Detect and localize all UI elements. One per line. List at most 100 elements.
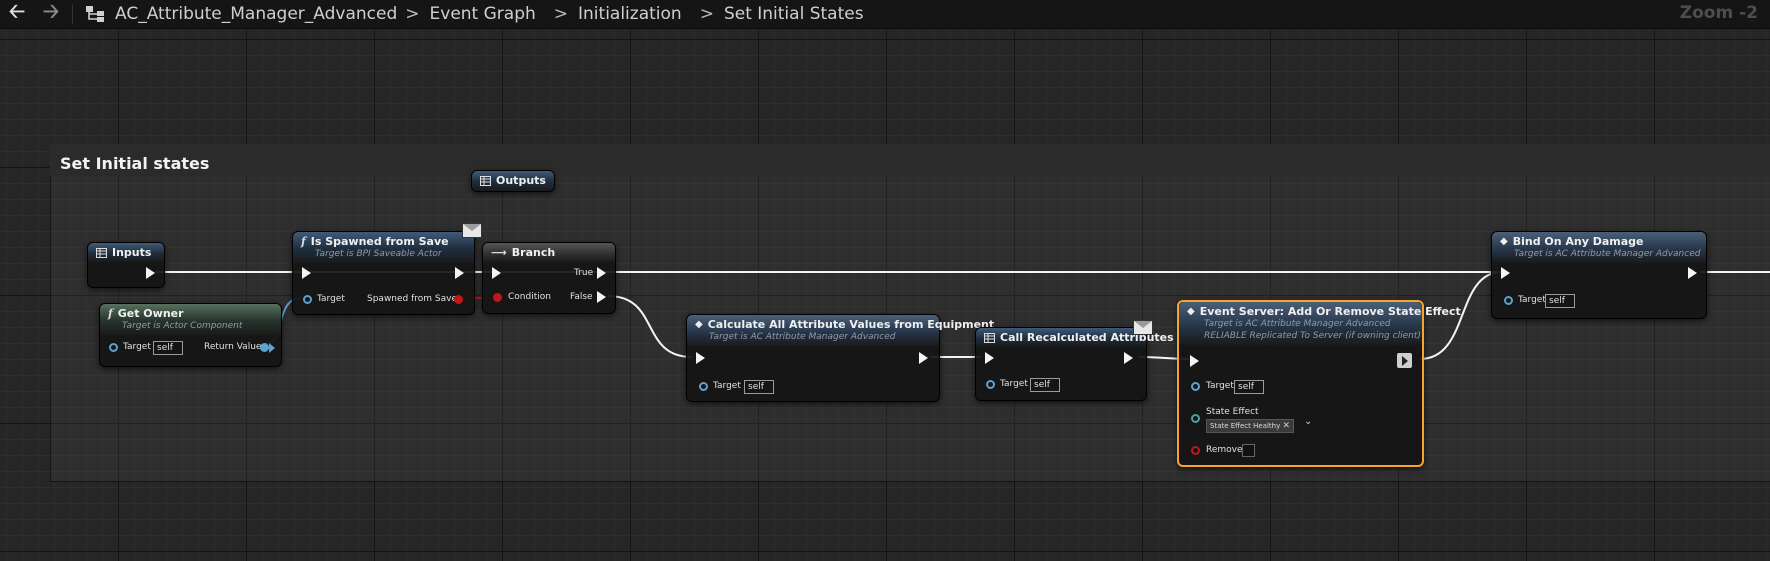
state-effect-value: State Effect Healthy — [1210, 422, 1281, 430]
node-header: Call Recalculated Attributes — [976, 328, 1174, 347]
exec-out-pin[interactable] — [1688, 267, 1697, 279]
node-header: ◆ Bind On Any Damage Target is AC Attribu… — [1492, 232, 1706, 263]
node-title: Outputs — [496, 174, 546, 187]
pin-label: False — [570, 292, 593, 302]
node-subtitle: Target is AC Attribute Manager Advanced — [1514, 249, 1701, 259]
node-subtitle: Target is BPI Saveable Actor — [315, 249, 442, 259]
pin-label: Target — [317, 294, 345, 304]
target-pin[interactable] — [109, 343, 118, 352]
table-icon — [96, 247, 107, 258]
node-header: f Get Owner Target is Actor Component — [100, 304, 281, 335]
node-branch[interactable]: ⟶ Branch True Condition False — [482, 242, 616, 314]
message-envelope-icon — [1133, 320, 1153, 335]
breadcrumb-initialization[interactable]: Initialization — [578, 4, 682, 24]
target-self-field[interactable]: self — [1234, 380, 1264, 394]
breadcrumb-separator-icon: > — [553, 4, 569, 24]
forward-button[interactable]: 🡢 — [34, 0, 68, 28]
node-header: ◆ Event Server: Add Or Remove State Effec… — [1179, 302, 1461, 345]
false-exec-pin[interactable] — [597, 291, 606, 303]
breadcrumb-blueprint[interactable]: AC_Attribute_Manager_Advanced — [115, 4, 397, 24]
node-event-server-add-remove-state-effect[interactable]: ◆ Event Server: Add Or Remove State Effec… — [1177, 300, 1461, 467]
function-icon: f — [301, 235, 306, 248]
comment-title[interactable]: Set Initial states — [60, 154, 209, 173]
breadcrumb-separator-icon: > — [405, 4, 420, 24]
breadcrumb-separator-icon: > — [699, 4, 714, 24]
pin-label: Condition — [508, 292, 551, 302]
state-effect-dropdown[interactable]: State Effect Healthy ✕ — [1206, 419, 1295, 433]
pin-label: Return Value — [204, 342, 262, 352]
target-pin[interactable] — [986, 380, 995, 389]
node-title: Inputs — [112, 246, 152, 259]
node-title: Get Owner — [117, 307, 184, 320]
pin-label: Target — [1518, 295, 1546, 305]
chevron-down-icon[interactable]: ⌄ — [1304, 416, 1312, 427]
branch-icon: ⟶ — [491, 246, 507, 259]
pin-label: Target — [123, 342, 151, 352]
target-pin[interactable] — [699, 382, 708, 391]
comment-header[interactable] — [50, 144, 1770, 176]
exec-out-pin[interactable] — [455, 267, 464, 279]
target-self-field[interactable]: self — [1030, 378, 1060, 392]
pin-label: True — [574, 268, 594, 278]
pin-label: Spawned from Save — [367, 294, 458, 304]
pin-label: Target — [1206, 381, 1234, 391]
node-header: f Is Spawned from Save Target is BPI Save… — [293, 232, 474, 263]
target-pin[interactable] — [1191, 382, 1200, 391]
node-calculate-all-attribute-values[interactable]: ◆ Calculate All Attribute Values from Equ… — [686, 314, 994, 402]
spawned-from-save-pin[interactable] — [454, 295, 463, 304]
node-subtitle: Target is Actor Component — [122, 321, 243, 331]
target-self-field[interactable]: self — [1545, 294, 1575, 308]
target-self-field[interactable]: self — [153, 341, 183, 355]
pin-label: Remove — [1206, 445, 1243, 455]
exec-in-pin[interactable] — [492, 267, 501, 279]
pin-label: State Effect — [1206, 407, 1259, 417]
graph-hierarchy-icon[interactable] — [83, 2, 107, 26]
exec-in-pin[interactable] — [1190, 355, 1199, 367]
node-bind-on-any-damage[interactable]: ◆ Bind On Any Damage Target is AC Attribu… — [1491, 231, 1707, 319]
zoom-level: Zoom -2 — [1679, 3, 1758, 23]
target-pin[interactable] — [1504, 296, 1513, 305]
exec-out-pin[interactable] — [919, 352, 928, 364]
return-value-pin[interactable] — [260, 343, 269, 352]
exec-in-pin[interactable] — [985, 352, 994, 364]
event-diamond-icon: ◆ — [1500, 236, 1508, 247]
exec-in-pin[interactable] — [1501, 267, 1510, 279]
back-button[interactable]: 🡠 — [0, 0, 34, 28]
remove-pin[interactable] — [1191, 446, 1200, 455]
node-title: Bind On Any Damage — [1512, 235, 1644, 248]
message-envelope-icon — [462, 223, 482, 238]
node-title: Event Server: Add Or Remove State Effect — [1199, 305, 1461, 318]
node-call-recalculated-attributes[interactable]: Call Recalculated Attributes Target self — [975, 327, 1174, 401]
function-icon: f — [108, 307, 113, 320]
breadcrumb-set-initial-states[interactable]: Set Initial States — [724, 4, 864, 24]
arrow-left-icon: 🡠 — [8, 0, 26, 23]
node-header: ⟶ Branch — [483, 243, 615, 262]
arrow-right-icon: 🡢 — [42, 0, 60, 23]
editor-toolbar: 🡠 🡢 AC_Attribute_Manager_Advanced > Even… — [0, 0, 1770, 29]
exec-in-pin[interactable] — [302, 267, 311, 279]
exec-out-pin[interactable] — [1124, 352, 1133, 364]
pin-arrow-icon — [269, 343, 275, 353]
target-self-field[interactable]: self — [744, 380, 774, 394]
toolbar-divider — [72, 4, 73, 24]
condition-pin[interactable] — [493, 293, 502, 302]
node-inputs[interactable]: Inputs — [87, 242, 165, 288]
exec-out-pin[interactable] — [1397, 353, 1412, 368]
exec-in-pin[interactable] — [696, 352, 705, 364]
clear-icon[interactable]: ✕ — [1283, 421, 1291, 431]
true-exec-pin[interactable] — [597, 267, 606, 279]
state-effect-pin[interactable] — [1191, 414, 1200, 423]
node-header: Outputs — [472, 171, 554, 191]
node-subtitle-replication: RELIABLE Replicated To Server (if owning… — [1204, 331, 1421, 341]
node-header: ◆ Calculate All Attribute Values from Equ… — [687, 315, 994, 346]
node-title: Branch — [511, 246, 556, 259]
node-is-spawned-from-save[interactable]: f Is Spawned from Save Target is BPI Save… — [292, 231, 475, 315]
pin-label: Target — [1000, 379, 1028, 389]
target-pin[interactable] — [303, 295, 312, 304]
node-outputs[interactable]: Outputs — [471, 170, 555, 192]
remove-checkbox[interactable] — [1242, 444, 1255, 457]
event-diamond-icon: ◆ — [1187, 306, 1195, 317]
node-get-owner[interactable]: f Get Owner Target is Actor Component Tar… — [99, 303, 282, 367]
breadcrumb-event-graph[interactable]: Event Graph — [430, 4, 536, 24]
exec-out-pin[interactable] — [146, 267, 155, 279]
